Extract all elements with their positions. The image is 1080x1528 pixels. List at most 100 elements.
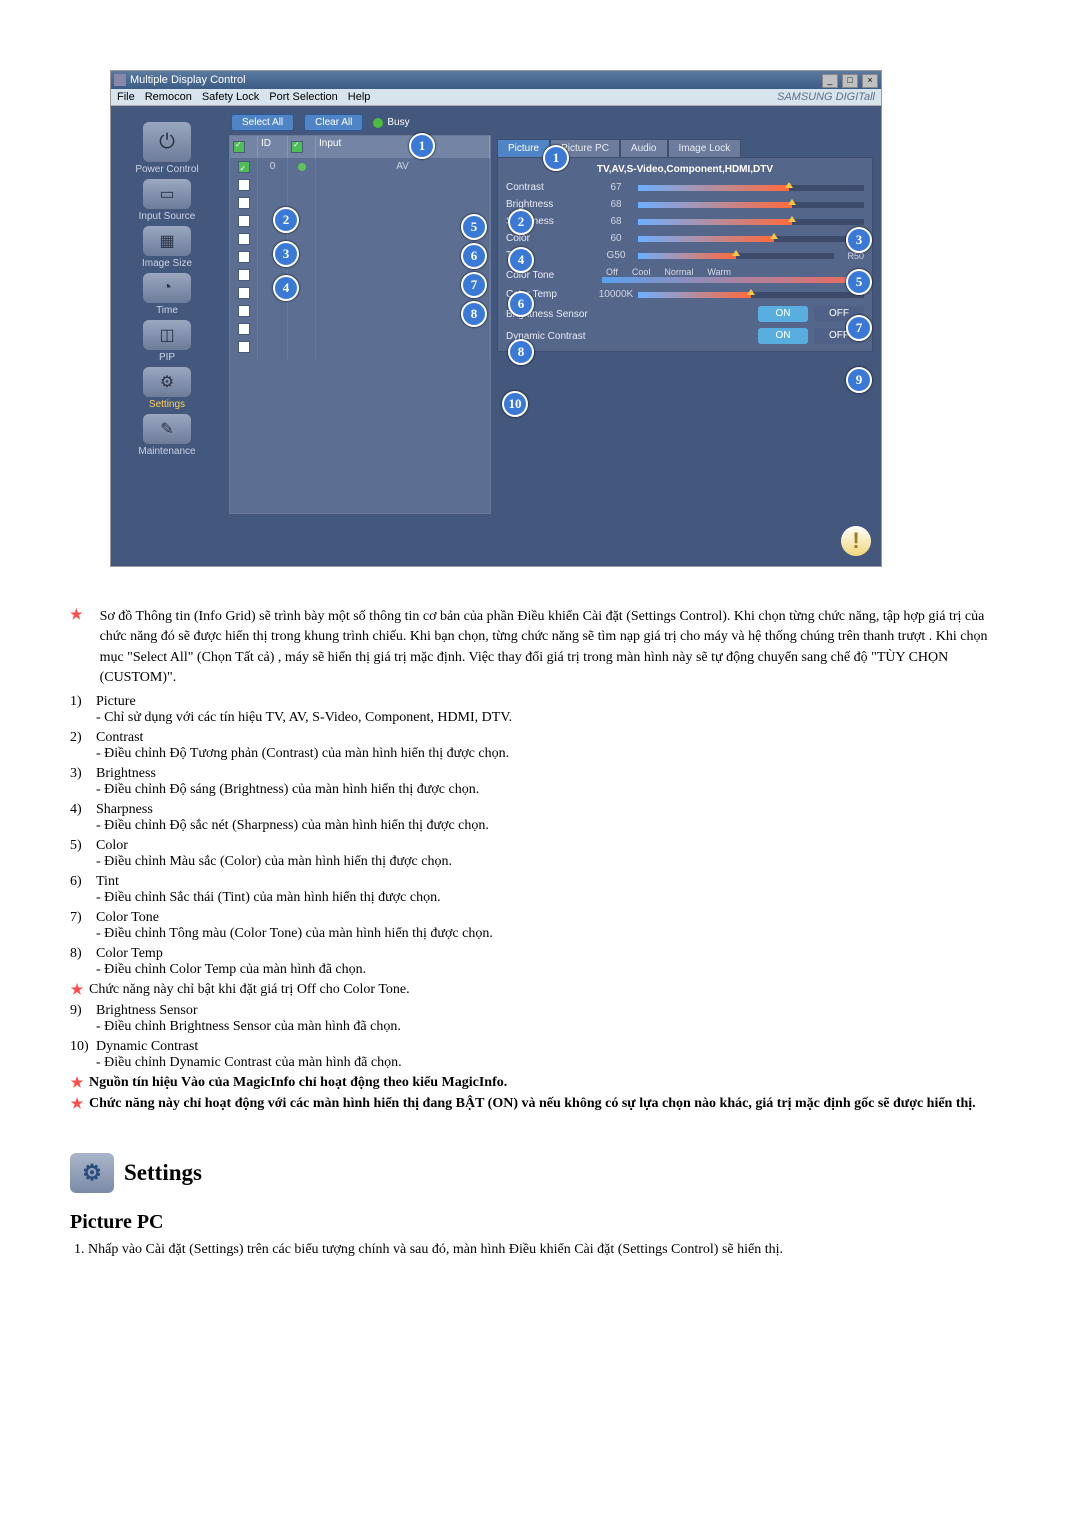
alert-icon: ! bbox=[841, 526, 871, 556]
control-slider[interactable] bbox=[638, 219, 864, 225]
control-slider[interactable] bbox=[638, 236, 864, 242]
note-magicinfo: Nguồn tín hiệu Vào của MagicInfo chỉ hoạ… bbox=[89, 1075, 507, 1092]
control-slider[interactable] bbox=[638, 202, 864, 208]
item-term: Picture bbox=[96, 694, 1010, 710]
sidebar-item-pip[interactable]: ◫ PIP bbox=[123, 320, 211, 363]
callout-side-2: 2 bbox=[273, 207, 299, 233]
callout-panel-4: 4 bbox=[508, 247, 534, 273]
item-desc: - Điều chỉnh Độ sáng (Brightness) của mà… bbox=[70, 782, 1010, 798]
callout-side-3: 3 bbox=[273, 241, 299, 267]
header-checkbox[interactable] bbox=[233, 141, 245, 153]
table-row[interactable]: 0AV bbox=[230, 158, 490, 176]
control-slider[interactable] bbox=[638, 253, 834, 259]
table-row[interactable] bbox=[230, 266, 490, 284]
row-checkbox[interactable] bbox=[238, 179, 250, 191]
table-row[interactable] bbox=[230, 338, 490, 356]
item-term: Sharpness bbox=[96, 802, 1010, 818]
sidebar-item-imagesize[interactable]: ▦ Image Size bbox=[123, 226, 211, 269]
control-slider[interactable] bbox=[638, 185, 864, 191]
callout-side-4: 4 bbox=[273, 275, 299, 301]
item-term: Color bbox=[96, 838, 1010, 854]
table-row[interactable] bbox=[230, 194, 490, 212]
row-checkbox[interactable] bbox=[238, 251, 250, 263]
bsensor-on[interactable]: ON bbox=[758, 306, 808, 322]
select-all-button[interactable]: Select All bbox=[231, 114, 294, 131]
settings-section-icon: ⚙ bbox=[70, 1153, 114, 1193]
power-icon: ⏻ bbox=[143, 122, 191, 162]
item-desc: - Điều chỉnh Dynamic Contrast của màn hì… bbox=[70, 1055, 1010, 1071]
row-checkbox[interactable] bbox=[238, 233, 250, 245]
item-number: 4) bbox=[70, 802, 96, 818]
minimize-button[interactable]: _ bbox=[822, 74, 838, 88]
colortemp-slider[interactable] bbox=[638, 292, 864, 298]
table-row[interactable] bbox=[230, 320, 490, 338]
sidebar-item-input[interactable]: ▭ Input Source bbox=[123, 179, 211, 222]
callout-panel-8: 8 bbox=[508, 339, 534, 365]
control-value: G50 bbox=[598, 250, 634, 261]
row-checkbox[interactable] bbox=[238, 197, 250, 209]
sidebar-item-settings[interactable]: ⚙ Settings bbox=[123, 367, 211, 410]
row-checkbox[interactable] bbox=[238, 341, 250, 353]
sidebar-item-time[interactable]: ◔ Time bbox=[123, 273, 211, 316]
callout-right-9: 9 bbox=[846, 367, 872, 393]
item-term: Brightness bbox=[96, 766, 1010, 782]
control-value: 60 bbox=[598, 233, 634, 244]
item-number: 10) bbox=[70, 1039, 96, 1055]
item-desc: - Điều chỉnh Color Temp của màn hình đã … bbox=[70, 962, 1010, 978]
item-desc: - Điều chỉnh Tông màu (Color Tone) của m… bbox=[70, 926, 1010, 942]
row-checkbox[interactable] bbox=[238, 287, 250, 299]
colortone-slider[interactable] bbox=[602, 277, 860, 283]
item-term: Color Tone bbox=[96, 910, 1010, 926]
table-row[interactable] bbox=[230, 284, 490, 302]
sidebar: ⏻ Power Control ▭ Input Source ▦ Image S… bbox=[111, 106, 223, 566]
menu-portselection[interactable]: Port Selection bbox=[269, 91, 337, 103]
item-term: Brightness Sensor bbox=[96, 1003, 1010, 1019]
table-row[interactable] bbox=[230, 302, 490, 320]
menu-remocon[interactable]: Remocon bbox=[145, 91, 192, 103]
tab-audio[interactable]: Audio bbox=[620, 139, 668, 157]
star-icon: ★ bbox=[70, 1075, 84, 1092]
menu-safetylock[interactable]: Safety Lock bbox=[202, 91, 259, 103]
sidebar-item-power[interactable]: ⏻ Power Control bbox=[123, 122, 211, 175]
clear-all-button[interactable]: Clear All bbox=[304, 114, 363, 131]
instruction-list: 1)Picture- Chỉ sử dụng với các tín hiệu … bbox=[70, 694, 1010, 978]
row-checkbox[interactable] bbox=[238, 269, 250, 281]
control-label: Contrast bbox=[506, 182, 598, 193]
maintenance-icon: ✎ bbox=[143, 414, 191, 444]
input-icon: ▭ bbox=[143, 179, 191, 209]
table-row[interactable] bbox=[230, 230, 490, 248]
app-icon bbox=[114, 74, 126, 86]
item-number: 6) bbox=[70, 874, 96, 890]
col-id: ID bbox=[258, 136, 288, 158]
busy-dot-icon bbox=[373, 118, 383, 128]
pip-icon: ◫ bbox=[143, 320, 191, 350]
control-value: 68 bbox=[598, 216, 634, 227]
row-checkbox[interactable] bbox=[238, 161, 250, 173]
item-number: 5) bbox=[70, 838, 96, 854]
table-row[interactable] bbox=[230, 212, 490, 230]
menu-help[interactable]: Help bbox=[348, 91, 371, 103]
row-checkbox[interactable] bbox=[238, 305, 250, 317]
sidebar-item-maintenance[interactable]: ✎ Maintenance bbox=[123, 414, 211, 457]
row-checkbox[interactable] bbox=[238, 215, 250, 227]
section-title: Settings bbox=[124, 1160, 202, 1186]
menu-file[interactable]: File bbox=[117, 91, 135, 103]
tab-picture[interactable]: Picture bbox=[497, 139, 550, 157]
item-term: Tint bbox=[96, 874, 1010, 890]
control-value: 68 bbox=[598, 199, 634, 210]
control-row: TintG50R50 bbox=[504, 247, 866, 264]
callout-1: 1 bbox=[409, 133, 435, 159]
callout-panel-10: 10 bbox=[502, 391, 528, 417]
app-screenshot: Multiple Display Control _ □ × File Remo… bbox=[110, 70, 882, 567]
item-desc: - Điều chỉnh Độ sắc nét (Sharpness) của … bbox=[70, 818, 1010, 834]
callout-right-7: 7 bbox=[846, 315, 872, 341]
close-button[interactable]: × bbox=[862, 74, 878, 88]
table-row[interactable] bbox=[230, 248, 490, 266]
maximize-button[interactable]: □ bbox=[842, 74, 858, 88]
callout-panel-1: 1 bbox=[543, 145, 569, 171]
tab-image-lock[interactable]: Image Lock bbox=[668, 139, 742, 157]
callout-right-5: 5 bbox=[846, 269, 872, 295]
table-row[interactable] bbox=[230, 176, 490, 194]
dyncontrast-on[interactable]: ON bbox=[758, 328, 808, 344]
row-checkbox[interactable] bbox=[238, 323, 250, 335]
